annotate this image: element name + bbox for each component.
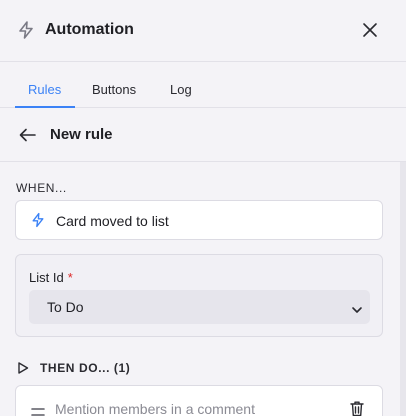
scrollbar[interactable]: [400, 162, 406, 416]
tab-rules[interactable]: Rules: [28, 82, 61, 98]
play-icon[interactable]: [16, 361, 30, 375]
required-marker: *: [67, 270, 73, 285]
drag-handle-icon[interactable]: [31, 404, 45, 416]
trigger-card[interactable]: Card moved to list: [15, 200, 383, 240]
trigger-text: Card moved to list: [56, 213, 169, 229]
rule-title: New rule: [50, 126, 113, 143]
panel-header: Automation: [0, 0, 406, 62]
then-section-label: THEN DO... (1): [40, 361, 131, 375]
lightning-bolt-icon: [30, 212, 46, 228]
arrow-left-icon[interactable]: [18, 126, 38, 144]
list-id-label: List Id *: [29, 270, 73, 286]
list-id-select[interactable]: To Do: [29, 290, 370, 324]
list-id-field-card: List Id * To Do: [15, 254, 383, 337]
close-icon[interactable]: [360, 20, 380, 40]
action-text: Mention members in a comment: [55, 401, 255, 416]
trash-icon[interactable]: [349, 400, 365, 416]
rule-subheader: New rule: [0, 108, 406, 162]
action-card[interactable]: Mention members in a comment: [15, 385, 383, 416]
panel-title: Automation: [45, 21, 134, 38]
tab-bar: Rules Buttons Log: [0, 62, 406, 108]
lightning-bolt-icon: [16, 20, 36, 40]
list-id-label-text: List Id: [29, 270, 64, 285]
list-id-select-value: To Do: [47, 299, 84, 315]
then-section-header: THEN DO... (1): [16, 360, 216, 376]
when-section-label: WHEN...: [16, 181, 67, 195]
tab-buttons[interactable]: Buttons: [92, 82, 136, 98]
automation-panel: Automation Rules Buttons Log New rule WH…: [0, 0, 406, 416]
tab-log[interactable]: Log: [170, 82, 192, 98]
chevron-down-icon: [351, 302, 363, 313]
